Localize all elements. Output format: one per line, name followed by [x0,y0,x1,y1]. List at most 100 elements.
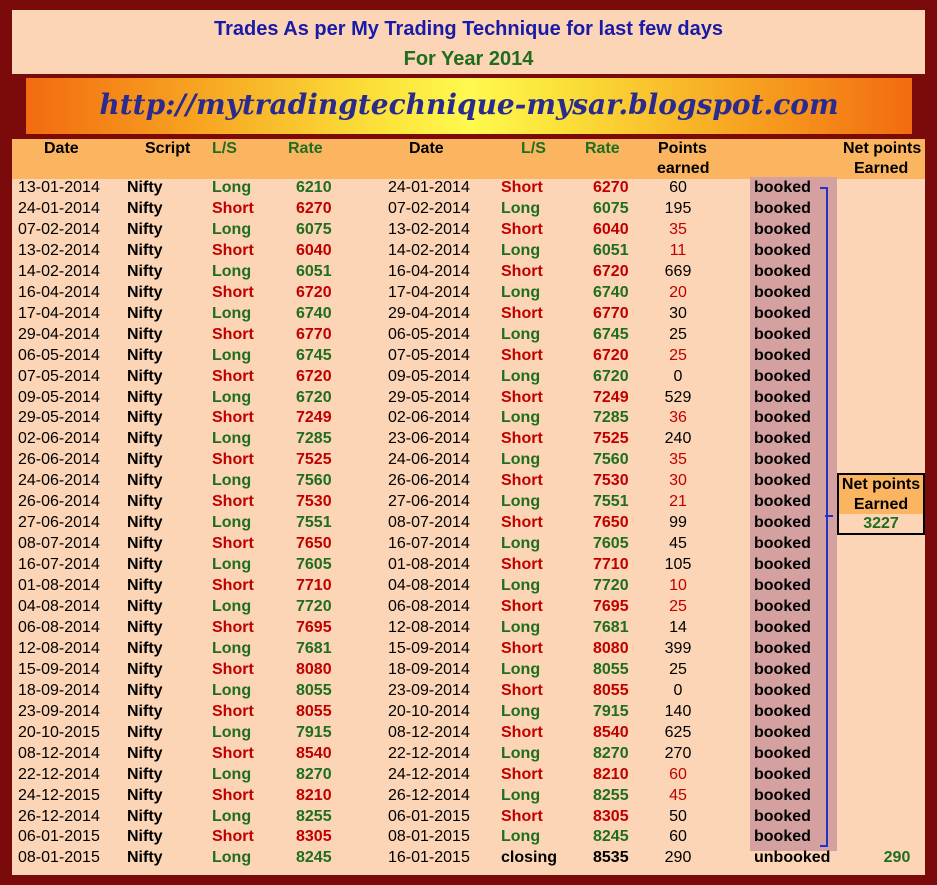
cell-points: 105 [664,556,692,574]
url-banner-fill: http://mytradingtechnique-mysar.blogspot… [26,78,912,134]
cell-entry-rate: 6720 [296,367,332,385]
cell-exit-ls: Long [501,744,541,762]
cell-entry-date: 08-12-2014 [18,744,100,762]
cell-status: booked [754,535,811,553]
cell-entry-date: 23-09-2014 [18,702,100,720]
cell-points: 20 [669,283,687,301]
cell-exit-ls: Short [501,388,543,406]
cell-status: booked [754,388,811,406]
cell-exit-rate: 8270 [593,744,629,762]
cell-exit-rate: 6720 [593,262,629,280]
cell-exit-rate: 8255 [593,786,629,804]
blog-url-link[interactable]: http://mytradingtechnique-mysar.blogspot… [26,88,912,121]
cell-exit-ls: closing [501,849,558,867]
cell-exit-rate: 8210 [593,765,629,783]
cell-entry-date: 26-06-2014 [18,493,100,511]
cell-entry-date: 29-05-2014 [18,409,100,427]
cell-exit-date: 24-12-2014 [388,765,470,783]
cell-points: 60 [669,765,687,783]
url-banner: http://mytradingtechnique-mysar.blogspot… [12,74,925,139]
table-row: 08-01-2015 Nifty Long 8245 16-01-2015 closing… [12,848,925,869]
cell-script: Nifty [127,283,163,301]
table-row: 08-07-2014 Nifty Short 7650 16-07-2014 Long 76… [12,534,925,555]
cell-script: Nifty [127,367,163,385]
cell-script: Nifty [127,723,163,741]
header-points-line1: Points [658,140,707,157]
cell-entry-date: 16-04-2014 [18,283,100,301]
cell-entry-rate: 8270 [296,765,332,783]
cell-exit-ls: Long [501,241,541,259]
cell-exit-ls: Long [501,702,541,720]
cell-status: booked [754,493,811,511]
cell-entry-rate: 6770 [296,325,332,343]
cell-points: 50 [669,807,687,825]
cell-script: Nifty [127,639,163,657]
cell-exit-ls: Long [501,828,541,846]
cell-entry-ls: Long [212,765,252,783]
cell-entry-rate: 7249 [296,409,332,427]
cell-entry-ls: Long [212,807,252,825]
cell-exit-date: 24-06-2014 [388,451,470,469]
cell-script: Nifty [127,702,163,720]
cell-entry-ls: Long [212,430,252,448]
cell-exit-ls: Short [501,220,543,238]
cell-points: 270 [664,744,692,762]
cell-points: 399 [664,639,692,657]
table-row: 14-02-2014 Nifty Long 6051 16-04-2014 Short 67… [12,262,925,283]
cell-points: 669 [664,262,692,280]
cell-script: Nifty [127,681,163,699]
cell-points: 14 [669,618,687,636]
cell-entry-rate: 7285 [296,430,332,448]
cell-entry-ls: Short [212,367,254,385]
cell-entry-ls: Short [212,199,254,217]
cell-entry-date: 22-12-2014 [18,765,100,783]
cell-exit-rate: 7560 [593,451,629,469]
cell-status: booked [754,639,811,657]
cell-entry-rate: 7551 [296,514,332,532]
cell-entry-ls: Short [212,786,254,804]
cell-status: booked [754,241,811,259]
cell-status: booked [754,744,811,762]
cell-entry-ls: Short [212,283,254,301]
cell-entry-ls: Long [212,514,252,532]
table-row: 23-09-2014 Nifty Short 8055 20-10-2014 Long 79… [12,702,925,723]
cell-exit-ls: Long [501,493,541,511]
cell-exit-date: 26-06-2014 [388,472,470,490]
header-rate-entry: Rate [288,140,323,157]
cell-exit-date: 07-02-2014 [388,199,470,217]
cell-entry-ls: Short [212,702,254,720]
cell-points: 30 [669,304,687,322]
cell-entry-date: 24-06-2014 [18,472,100,490]
cell-entry-date: 26-06-2014 [18,451,100,469]
table-row: 06-05-2014 Nifty Long 6745 07-05-2014 Short 67… [12,346,925,367]
table-row: 22-12-2014 Nifty Long 8270 24-12-2014 Short 82… [12,765,925,786]
cell-entry-date: 08-01-2015 [18,849,100,867]
cell-status: booked [754,577,811,595]
cell-exit-date: 01-08-2014 [388,556,470,574]
cell-entry-ls: Long [212,220,252,238]
cell-entry-date: 13-02-2014 [18,241,100,259]
cell-entry-date: 24-01-2014 [18,199,100,217]
cell-script: Nifty [127,346,163,364]
cell-exit-ls: Long [501,283,541,301]
cell-entry-rate: 6075 [296,220,332,238]
cell-exit-date: 18-09-2014 [388,660,470,678]
cell-entry-rate: 7605 [296,556,332,574]
cell-entry-rate: 7681 [296,639,332,657]
cell-entry-rate: 8055 [296,702,332,720]
cell-exit-rate: 7710 [593,556,629,574]
cell-entry-date: 18-09-2014 [18,681,100,699]
cell-exit-ls: Short [501,262,543,280]
cell-script: Nifty [127,598,163,615]
table-row: 07-05-2014 Nifty Short 6720 09-05-2014 Long 67… [12,367,925,388]
cell-exit-ls: Long [501,199,541,217]
cell-script: Nifty [127,660,163,678]
table-row: 26-12-2014 Nifty Long 8255 06-01-2015 Short 83… [12,807,925,828]
cell-exit-date: 17-04-2014 [388,283,470,301]
cell-exit-rate: 6720 [593,367,629,385]
table-row: 01-08-2014 Nifty Short 7710 04-08-2014 Long 77… [12,576,925,597]
cell-status: booked [754,765,811,783]
cell-entry-rate: 7560 [296,472,332,490]
cell-exit-rate: 8055 [593,681,629,699]
cell-script: Nifty [127,388,163,406]
